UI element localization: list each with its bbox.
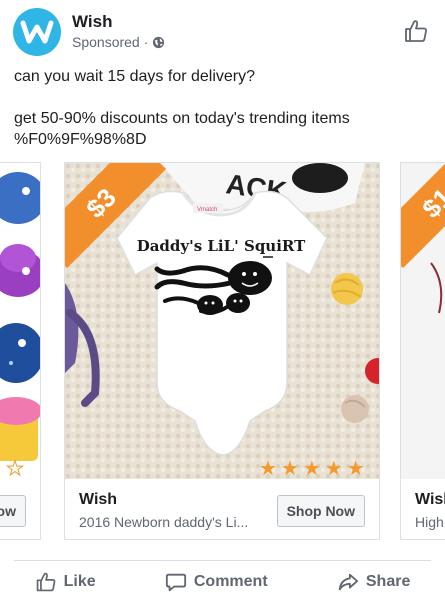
post-actions: Like Comment Share <box>0 566 445 598</box>
post-text-line: get 50-90% discounts on today's trending… <box>14 110 350 127</box>
like-button[interactable]: Like <box>35 571 96 593</box>
comment-label: Comment <box>193 573 268 590</box>
wish-logo-icon <box>20 20 54 44</box>
garment-print-text: Daddy's LiL' SquiRT <box>137 237 306 255</box>
card-footer: Wish 2016 Newborn daddy's Li... Shop Now <box>65 479 379 539</box>
page-avatar[interactable] <box>13 8 61 56</box>
post-text-line: %F0%9F%98%8D <box>14 131 147 148</box>
carousel-card-previous[interactable]: ★ ★ ow <box>0 162 41 540</box>
product-carousel[interactable]: ★ ★ ow ACK <box>0 162 445 542</box>
price-value: $1 <box>415 181 445 224</box>
card-footer: Wisl High <box>401 479 445 539</box>
product-image[interactable]: ACK Vmatch Daddy's LiL' SquiRT $3 ★ ★ ★ … <box>65 163 379 479</box>
star-icon: ★ <box>302 458 321 479</box>
thumbs-up-icon <box>36 572 55 592</box>
like-label: Like <box>63 573 96 590</box>
star-icon: ★ <box>5 458 24 480</box>
card-title[interactable]: Wisl <box>415 491 445 509</box>
share-icon <box>338 573 358 591</box>
sponsored-label[interactable]: Sponsored <box>72 34 140 50</box>
comment-icon <box>165 573 186 592</box>
star-icon: ★ <box>0 459 2 479</box>
globe-icon <box>153 36 165 48</box>
product-image[interactable]: ★ ★ <box>0 163 40 479</box>
carousel-card-next[interactable]: $1 Wisl High <box>400 162 445 540</box>
rating-stars: ★ ★ <box>0 458 24 480</box>
carousel-card-main[interactable]: ACK Vmatch Daddy's LiL' SquiRT $3 ★ ★ ★ … <box>64 162 380 540</box>
svg-text:Vmatch: Vmatch <box>197 207 217 213</box>
card-title[interactable]: Wish <box>79 491 117 509</box>
price-value: $3 <box>79 181 122 224</box>
card-footer: ow <box>0 479 40 539</box>
actions-divider <box>14 560 431 561</box>
star-icon: ★ <box>324 458 343 479</box>
card-description[interactable]: High <box>415 514 444 530</box>
post-message: can you wait 15 days for delivery? get 5… <box>14 66 434 150</box>
star-icon: ★ <box>259 458 277 479</box>
post-meta: Sponsored · <box>72 34 165 50</box>
star-icon: ★ <box>280 458 299 479</box>
rating-stars: ★ ★ ★ ★ ★ <box>259 459 365 479</box>
shop-now-button[interactable]: ow <box>0 495 26 527</box>
post-text-line: can you wait 15 days for delivery? <box>14 68 256 85</box>
thumbs-up-icon[interactable] <box>403 18 429 44</box>
card-description[interactable]: 2016 Newborn daddy's Li... <box>79 514 248 530</box>
meta-separator: · <box>143 34 149 50</box>
shop-now-button[interactable]: Shop Now <box>276 495 365 527</box>
star-icon: ★ <box>346 458 365 479</box>
post-header: Wish Sponsored · <box>0 0 445 62</box>
product-image[interactable]: $1 <box>401 163 445 479</box>
comment-button[interactable]: Comment <box>165 571 268 593</box>
share-button[interactable]: Share <box>337 571 410 593</box>
page-name[interactable]: Wish <box>72 12 112 32</box>
share-label: Share <box>365 573 411 590</box>
